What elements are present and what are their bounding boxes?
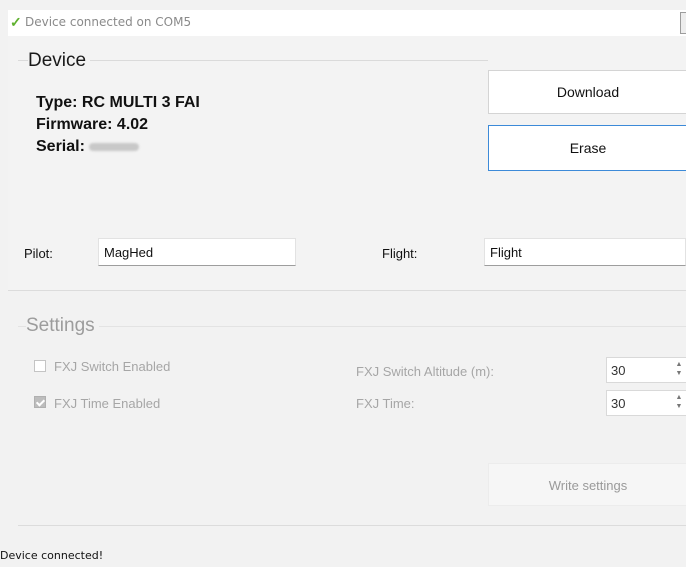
fxj-time-spinner[interactable]: 30 ▲ ▼ [606, 390, 686, 416]
checkmark-icon: ✓ [10, 14, 22, 30]
spinner-arrows-icon[interactable]: ▲ ▼ [675, 360, 683, 378]
settings-bottom-border [18, 525, 686, 526]
window-title: Device connected on COM5 [25, 15, 192, 29]
download-button[interactable]: Download [488, 70, 686, 114]
write-settings-button[interactable]: Write settings [488, 463, 686, 506]
device-type: Type: RC MULTI 3 FAI [36, 94, 200, 111]
close-button[interactable]: X [680, 12, 686, 34]
switch-altitude-value: 30 [611, 363, 626, 378]
fxj-time-checkbox[interactable] [34, 396, 46, 408]
device-firmware: Firmware: 4.02 [36, 116, 149, 133]
settings-group-legend: Settings [26, 315, 99, 337]
fxj-switch-checkbox[interactable] [34, 360, 46, 372]
switch-altitude-label: FXJ Switch Altitude (m): [356, 364, 494, 379]
fxj-time-field-label: FXJ Time: [356, 396, 415, 411]
switch-altitude-spinner[interactable]: 30 ▲ ▼ [606, 357, 686, 383]
title-bar: ✓ Device connected on COM5 X [8, 10, 686, 36]
pilot-label: Pilot: [24, 246, 53, 261]
flight-input[interactable]: Flight [484, 238, 686, 266]
main-window: ✓ Device connected on COM5 X Device Type… [0, 0, 686, 567]
spinner-arrows-icon[interactable]: ▲ ▼ [675, 393, 683, 411]
fxj-switch-label: FXJ Switch Enabled [54, 359, 171, 374]
flight-label: Flight: [382, 246, 418, 261]
fxj-time-value: 30 [611, 396, 626, 411]
device-serial: Serial: [36, 138, 139, 156]
serial-label: Serial: [36, 138, 85, 155]
device-group-legend: Device [28, 50, 91, 72]
pilot-input[interactable]: MagHed [98, 238, 296, 266]
fxj-time-label: FXJ Time Enabled [54, 396, 161, 411]
erase-button[interactable]: Erase [488, 125, 686, 171]
status-bar-text: Device connected! [0, 549, 104, 562]
settings-group-border [18, 326, 686, 327]
serial-redacted [88, 142, 139, 151]
